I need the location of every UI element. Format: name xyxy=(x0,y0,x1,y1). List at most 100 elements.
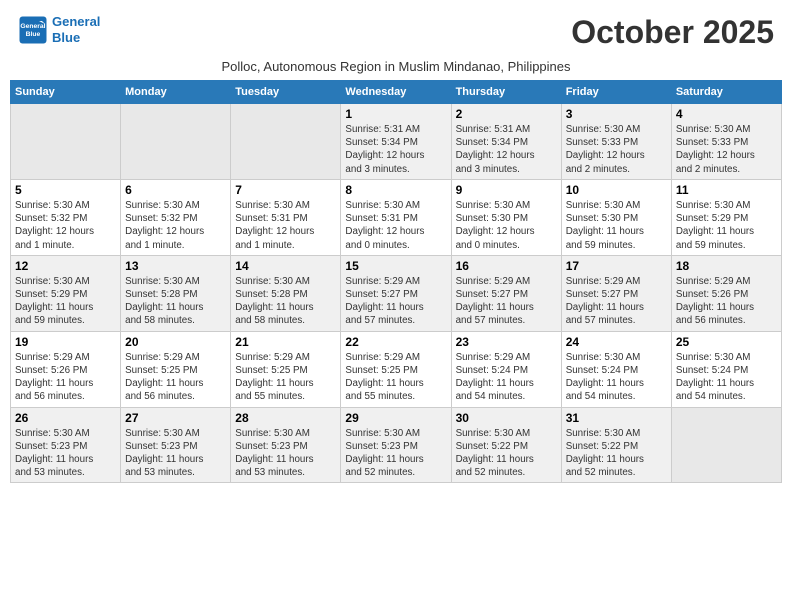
day-info: Sunrise: 5:30 AM Sunset: 5:23 PM Dayligh… xyxy=(345,427,446,480)
day-number: 16 xyxy=(456,259,557,273)
logo-icon: General Blue xyxy=(18,15,48,45)
calendar-cell: 25 Sunrise: 5:30 AM Sunset: 5:24 PM Dayli… xyxy=(671,331,781,407)
day-number: 5 xyxy=(15,183,116,197)
calendar-body: 1 Sunrise: 5:31 AM Sunset: 5:34 PM Daylig… xyxy=(11,104,782,483)
day-number: 1 xyxy=(345,107,446,121)
day-number: 3 xyxy=(566,107,667,121)
day-number: 23 xyxy=(456,335,557,349)
calendar-cell: 29 Sunrise: 5:30 AM Sunset: 5:23 PM Dayli… xyxy=(341,407,451,483)
calendar-cell: 5 Sunrise: 5:30 AM Sunset: 5:32 PM Daylig… xyxy=(11,179,121,255)
weekday-header-thursday: Thursday xyxy=(451,81,561,104)
calendar-cell: 14 Sunrise: 5:30 AM Sunset: 5:28 PM Dayli… xyxy=(231,255,341,331)
day-number: 20 xyxy=(125,335,226,349)
day-info: Sunrise: 5:30 AM Sunset: 5:28 PM Dayligh… xyxy=(125,275,226,328)
calendar-cell: 13 Sunrise: 5:30 AM Sunset: 5:28 PM Dayli… xyxy=(121,255,231,331)
day-info: Sunrise: 5:29 AM Sunset: 5:26 PM Dayligh… xyxy=(676,275,777,328)
calendar-cell xyxy=(231,104,341,180)
day-number: 31 xyxy=(566,411,667,425)
day-info: Sunrise: 5:30 AM Sunset: 5:24 PM Dayligh… xyxy=(566,351,667,404)
day-info: Sunrise: 5:30 AM Sunset: 5:32 PM Dayligh… xyxy=(15,199,116,252)
calendar-subtitle: Polloc, Autonomous Region in Muslim Mind… xyxy=(10,59,782,74)
day-number: 29 xyxy=(345,411,446,425)
calendar-cell: 26 Sunrise: 5:30 AM Sunset: 5:23 PM Dayli… xyxy=(11,407,121,483)
day-info: Sunrise: 5:31 AM Sunset: 5:34 PM Dayligh… xyxy=(345,123,446,176)
calendar-cell: 31 Sunrise: 5:30 AM Sunset: 5:22 PM Dayli… xyxy=(561,407,671,483)
day-number: 17 xyxy=(566,259,667,273)
day-info: Sunrise: 5:30 AM Sunset: 5:22 PM Dayligh… xyxy=(566,427,667,480)
day-info: Sunrise: 5:30 AM Sunset: 5:31 PM Dayligh… xyxy=(345,199,446,252)
day-number: 11 xyxy=(676,183,777,197)
weekday-header-friday: Friday xyxy=(561,81,671,104)
day-number: 28 xyxy=(235,411,336,425)
svg-text:Blue: Blue xyxy=(26,31,41,38)
calendar-week-row: 12Sunrise: 5:30 AM Sunset: 5:29 PM Dayli… xyxy=(11,255,782,331)
calendar-cell: 17 Sunrise: 5:29 AM Sunset: 5:27 PM Dayli… xyxy=(561,255,671,331)
calendar-cell: 16 Sunrise: 5:29 AM Sunset: 5:27 PM Dayli… xyxy=(451,255,561,331)
calendar-cell: 18 Sunrise: 5:29 AM Sunset: 5:26 PM Dayli… xyxy=(671,255,781,331)
calendar-cell: 3 Sunrise: 5:30 AM Sunset: 5:33 PM Daylig… xyxy=(561,104,671,180)
weekday-header-row: SundayMondayTuesdayWednesdayThursdayFrid… xyxy=(11,81,782,104)
calendar-cell: 4 Sunrise: 5:30 AM Sunset: 5:33 PM Daylig… xyxy=(671,104,781,180)
month-title: October 2025 xyxy=(571,14,774,51)
day-number: 2 xyxy=(456,107,557,121)
day-info: Sunrise: 5:29 AM Sunset: 5:27 PM Dayligh… xyxy=(566,275,667,328)
day-info: Sunrise: 5:30 AM Sunset: 5:30 PM Dayligh… xyxy=(566,199,667,252)
weekday-header-tuesday: Tuesday xyxy=(231,81,341,104)
day-number: 15 xyxy=(345,259,446,273)
day-number: 8 xyxy=(345,183,446,197)
weekday-header-saturday: Saturday xyxy=(671,81,781,104)
day-info: Sunrise: 5:30 AM Sunset: 5:24 PM Dayligh… xyxy=(676,351,777,404)
day-info: Sunrise: 5:30 AM Sunset: 5:23 PM Dayligh… xyxy=(15,427,116,480)
calendar-header: SundayMondayTuesdayWednesdayThursdayFrid… xyxy=(11,81,782,104)
day-info: Sunrise: 5:30 AM Sunset: 5:22 PM Dayligh… xyxy=(456,427,557,480)
weekday-header-wednesday: Wednesday xyxy=(341,81,451,104)
calendar-cell: 20 Sunrise: 5:29 AM Sunset: 5:25 PM Dayli… xyxy=(121,331,231,407)
page-header: General Blue General Blue October 2025 xyxy=(10,10,782,55)
calendar-cell xyxy=(671,407,781,483)
day-info: Sunrise: 5:29 AM Sunset: 5:27 PM Dayligh… xyxy=(345,275,446,328)
day-info: Sunrise: 5:30 AM Sunset: 5:30 PM Dayligh… xyxy=(456,199,557,252)
day-number: 24 xyxy=(566,335,667,349)
day-number: 25 xyxy=(676,335,777,349)
calendar-cell: 15 Sunrise: 5:29 AM Sunset: 5:27 PM Dayli… xyxy=(341,255,451,331)
calendar-cell: 23 Sunrise: 5:29 AM Sunset: 5:24 PM Dayli… xyxy=(451,331,561,407)
calendar-cell: 7Sunrise: 5:30 AM Sunset: 5:31 PM Daylig… xyxy=(231,179,341,255)
calendar-cell: 24 Sunrise: 5:30 AM Sunset: 5:24 PM Dayli… xyxy=(561,331,671,407)
day-info: Sunrise: 5:29 AM Sunset: 5:27 PM Dayligh… xyxy=(456,275,557,328)
calendar-cell: 9Sunrise: 5:30 AM Sunset: 5:30 PM Daylig… xyxy=(451,179,561,255)
day-number: 27 xyxy=(125,411,226,425)
calendar-cell: 11Sunrise: 5:30 AM Sunset: 5:29 PM Dayli… xyxy=(671,179,781,255)
day-number: 4 xyxy=(676,107,777,121)
calendar-cell: 12Sunrise: 5:30 AM Sunset: 5:29 PM Dayli… xyxy=(11,255,121,331)
day-number: 13 xyxy=(125,259,226,273)
day-number: 19 xyxy=(15,335,116,349)
day-info: Sunrise: 5:29 AM Sunset: 5:24 PM Dayligh… xyxy=(456,351,557,404)
day-info: Sunrise: 5:30 AM Sunset: 5:28 PM Dayligh… xyxy=(235,275,336,328)
day-info: Sunrise: 5:30 AM Sunset: 5:33 PM Dayligh… xyxy=(566,123,667,176)
calendar-cell: 22Sunrise: 5:29 AM Sunset: 5:25 PM Dayli… xyxy=(341,331,451,407)
day-number: 6 xyxy=(125,183,226,197)
day-number: 7 xyxy=(235,183,336,197)
day-info: Sunrise: 5:30 AM Sunset: 5:32 PM Dayligh… xyxy=(125,199,226,252)
calendar-cell: 6 Sunrise: 5:30 AM Sunset: 5:32 PM Daylig… xyxy=(121,179,231,255)
calendar-cell xyxy=(11,104,121,180)
day-number: 26 xyxy=(15,411,116,425)
day-number: 30 xyxy=(456,411,557,425)
day-info: Sunrise: 5:30 AM Sunset: 5:29 PM Dayligh… xyxy=(15,275,116,328)
title-area: October 2025 xyxy=(571,14,774,51)
calendar-cell: 8 Sunrise: 5:30 AM Sunset: 5:31 PM Daylig… xyxy=(341,179,451,255)
day-info: Sunrise: 5:30 AM Sunset: 5:23 PM Dayligh… xyxy=(235,427,336,480)
calendar-cell xyxy=(121,104,231,180)
day-info: Sunrise: 5:29 AM Sunset: 5:25 PM Dayligh… xyxy=(125,351,226,404)
calendar-cell: 27Sunrise: 5:30 AM Sunset: 5:23 PM Dayli… xyxy=(121,407,231,483)
day-number: 18 xyxy=(676,259,777,273)
day-number: 14 xyxy=(235,259,336,273)
day-info: Sunrise: 5:29 AM Sunset: 5:25 PM Dayligh… xyxy=(235,351,336,404)
calendar-cell: 19Sunrise: 5:29 AM Sunset: 5:26 PM Dayli… xyxy=(11,331,121,407)
calendar-week-row: 1 Sunrise: 5:31 AM Sunset: 5:34 PM Daylig… xyxy=(11,104,782,180)
calendar-week-row: 5 Sunrise: 5:30 AM Sunset: 5:32 PM Daylig… xyxy=(11,179,782,255)
calendar-cell: 30 Sunrise: 5:30 AM Sunset: 5:22 PM Dayli… xyxy=(451,407,561,483)
calendar-cell: 28 Sunrise: 5:30 AM Sunset: 5:23 PM Dayli… xyxy=(231,407,341,483)
day-info: Sunrise: 5:30 AM Sunset: 5:33 PM Dayligh… xyxy=(676,123,777,176)
day-number: 22 xyxy=(345,335,446,349)
